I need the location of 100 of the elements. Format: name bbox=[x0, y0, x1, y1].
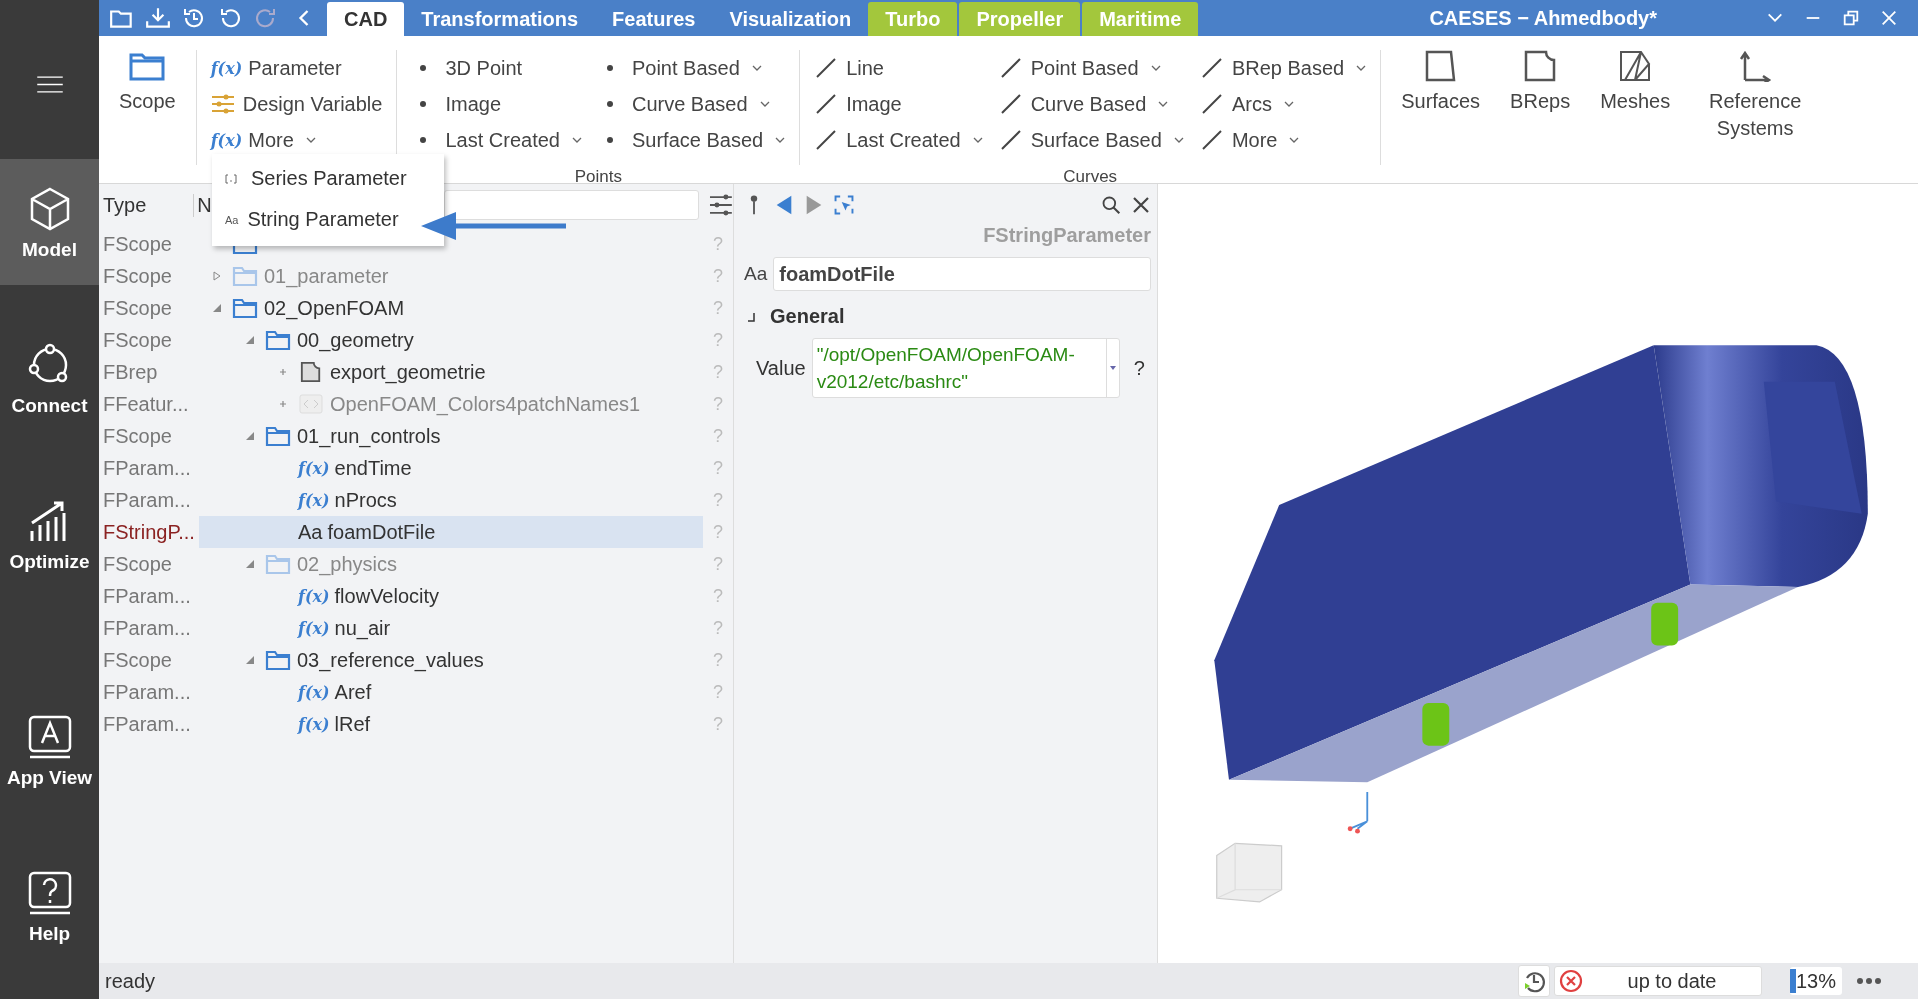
sidebar-item[interactable]: App View bbox=[0, 687, 99, 813]
update-state-button[interactable]: up to date bbox=[1554, 966, 1762, 996]
type-cell-text: FParam... bbox=[102, 712, 192, 736]
expanded-triangle-icon[interactable] bbox=[245, 431, 255, 441]
back-icon[interactable] bbox=[774, 194, 794, 216]
restore-icon[interactable] bbox=[1842, 9, 1860, 27]
type-cell-text: FParam... bbox=[102, 680, 192, 704]
bullet-icon bbox=[605, 136, 614, 144]
sidebar-item[interactable]: Model bbox=[0, 159, 99, 285]
type-cell-text: FScope bbox=[102, 296, 173, 320]
bullet-icon bbox=[605, 100, 614, 108]
expanded-triangle-icon[interactable] bbox=[212, 303, 222, 313]
ribbon-item[interactable]: BRep Based bbox=[1199, 50, 1367, 86]
more-icon[interactable] bbox=[1856, 977, 1882, 985]
download-icon[interactable] bbox=[145, 6, 171, 30]
type-cell-text: FParam... bbox=[102, 616, 192, 640]
ribbon-item[interactable]: Curve Based bbox=[998, 86, 1184, 122]
axis-triad-icon bbox=[1347, 791, 1369, 834]
tree-item[interactable]: 01_run_controls bbox=[199, 420, 703, 452]
window-title: CAESES − Ahmedbody* bbox=[1428, 6, 1659, 30]
column-header[interactable]: Type bbox=[99, 193, 195, 217]
ribbon-button[interactable]: Reference Systems bbox=[1694, 50, 1817, 142]
sidebar-item[interactable]: Optimize bbox=[0, 471, 99, 597]
ribbon-tab[interactable]: Visualization bbox=[712, 2, 869, 36]
type-cell-text: FScope bbox=[102, 264, 173, 288]
sidebar-item[interactable]: Connect bbox=[0, 315, 99, 441]
bullet-icon bbox=[419, 136, 428, 144]
tree-item[interactable]: f(x) Aref bbox=[199, 676, 703, 708]
ribbon-tab[interactable]: CAD bbox=[327, 2, 405, 36]
tree-item[interactable]: f(x) lRef bbox=[199, 708, 703, 740]
close-icon[interactable] bbox=[1880, 9, 1898, 27]
ribbon-item[interactable]: Surface Based bbox=[597, 122, 786, 158]
tree-item[interactable]: f(x) flowVelocity bbox=[199, 580, 703, 612]
help-mark[interactable]: ? bbox=[1133, 356, 1145, 380]
history-button[interactable] bbox=[1518, 965, 1550, 997]
tree-item[interactable]: f(x) endTime bbox=[199, 452, 703, 484]
ribbon-item[interactable]: Surface Based bbox=[998, 122, 1184, 158]
ribbon-item[interactable]: Point Based bbox=[998, 50, 1184, 86]
search-field[interactable] bbox=[444, 190, 700, 220]
type-cell-text: FBrep bbox=[102, 360, 159, 384]
sliders-icon[interactable] bbox=[709, 194, 733, 216]
ribbon-item[interactable]: Curve Based bbox=[597, 86, 786, 122]
type-cell-text: FScope bbox=[102, 648, 173, 672]
bullet-icon bbox=[605, 64, 614, 72]
expanded-triangle-icon[interactable] bbox=[245, 335, 255, 345]
string-type-label: Aa bbox=[744, 263, 768, 285]
expanded-triangle-icon[interactable] bbox=[245, 559, 255, 569]
group-title: Curves bbox=[1062, 167, 1119, 187]
type-cell-text: FScope bbox=[102, 232, 173, 256]
line-icon bbox=[814, 93, 839, 115]
value-field[interactable]: "/opt/OpenFOAM/OpenFOAM-v2012/etc/bashrc" bbox=[811, 338, 1120, 398]
plus-icon[interactable] bbox=[278, 367, 288, 377]
car-body-model-drawing[interactable] bbox=[1214, 345, 1868, 783]
axes-icon bbox=[1737, 50, 1774, 82]
plus-icon[interactable] bbox=[278, 399, 288, 409]
progress-reading: 13% bbox=[1795, 969, 1837, 994]
tree-item[interactable]: 02_OpenFOAM bbox=[199, 292, 703, 324]
ribbon-item[interactable]: Design Variable bbox=[210, 86, 383, 122]
collapsed-triangle-icon[interactable] bbox=[212, 271, 222, 281]
line-icon bbox=[814, 129, 839, 151]
status-message: ready bbox=[104, 969, 156, 993]
code-icon bbox=[298, 393, 324, 415]
caret-icon bbox=[1109, 366, 1116, 370]
select-pointer-icon[interactable] bbox=[834, 194, 854, 216]
ribbon-button[interactable]: BReps bbox=[1504, 50, 1577, 142]
tree-item[interactable]: Aa foamDotFile bbox=[199, 516, 703, 548]
ribbon-tab[interactable]: Features bbox=[595, 2, 713, 36]
ribbon-button[interactable]: Scope bbox=[113, 50, 182, 115]
tree-item[interactable]: 03_reference_values bbox=[199, 644, 703, 676]
ribbon-item[interactable]: Point Based bbox=[597, 50, 786, 86]
line-icon bbox=[814, 57, 839, 79]
ribbon-tab[interactable]: Transformations bbox=[404, 2, 596, 36]
ribbon-item[interactable]: Image bbox=[411, 86, 582, 122]
type-cell-text: FParam... bbox=[102, 488, 192, 512]
value-label: Value bbox=[756, 356, 806, 380]
expanded-triangle-icon[interactable] bbox=[245, 655, 255, 665]
ribbon-item[interactable]: 3D Point bbox=[411, 50, 582, 86]
object-type-title: FStringParameter bbox=[983, 224, 1151, 247]
tree-item[interactable]: export_geometrie bbox=[199, 356, 703, 388]
bracket-icon bbox=[225, 173, 237, 184]
tree-item[interactable]: f(x) nProcs bbox=[199, 484, 703, 516]
name-field[interactable]: foamDotFile bbox=[773, 257, 1151, 291]
ribbon-item[interactable]: More bbox=[1199, 122, 1367, 158]
sidebar-item[interactable]: Help bbox=[0, 843, 99, 969]
ribbon-item[interactable]: f(x) Parameter bbox=[210, 50, 383, 86]
tree-item[interactable]: 00_geometry bbox=[199, 324, 703, 356]
forward-icon[interactable] bbox=[804, 194, 824, 216]
ribbon-item[interactable]: Arcs bbox=[1199, 86, 1367, 122]
clock-icon bbox=[1522, 969, 1546, 993]
ribbon-item[interactable]: Line bbox=[814, 50, 983, 86]
ribbon-button[interactable]: Surfaces bbox=[1395, 50, 1487, 142]
ribbon-item[interactable]: Last Created bbox=[411, 122, 582, 158]
tree-item[interactable]: f(x) nu_air bbox=[199, 612, 703, 644]
ribbon-item[interactable]: f(x) More bbox=[210, 122, 383, 158]
section-header[interactable]: General bbox=[746, 305, 1151, 328]
ribbon-item[interactable]: Image bbox=[814, 86, 983, 122]
ribbon-button[interactable]: Meshes bbox=[1594, 50, 1677, 142]
type-cell-text: FScope bbox=[102, 328, 173, 352]
ribbon-item[interactable]: Last Created bbox=[814, 122, 983, 158]
search-icon[interactable] bbox=[1101, 194, 1121, 216]
